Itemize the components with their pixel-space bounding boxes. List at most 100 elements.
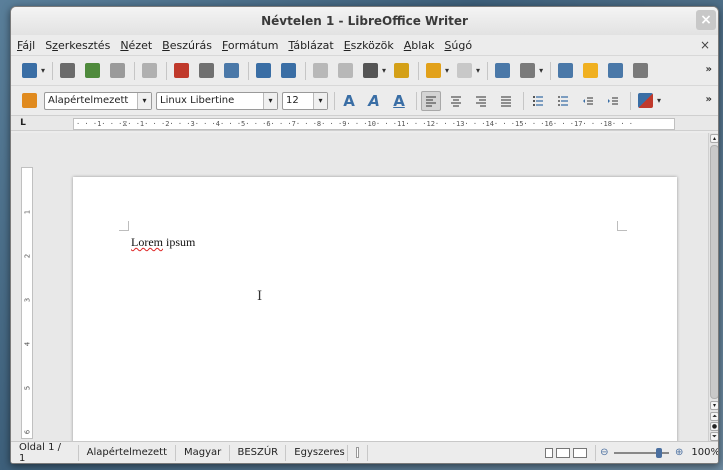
scrollbar-thumb[interactable] bbox=[710, 145, 718, 399]
export-pdf-button[interactable] bbox=[171, 61, 191, 81]
menu-item[interactable]: Fájl bbox=[17, 39, 35, 52]
menu-item[interactable]: Formátum bbox=[222, 39, 278, 52]
vertical-scrollbar[interactable]: ▴ ▾ ⏶ ● ⏷ bbox=[708, 133, 718, 443]
font-color-button[interactable] bbox=[635, 91, 655, 111]
open-folder-button[interactable] bbox=[57, 61, 77, 81]
data-sources-icon bbox=[632, 63, 648, 78]
hyperlink-icon bbox=[494, 63, 510, 78]
spellcheck-button[interactable] bbox=[253, 61, 273, 81]
align-left-button[interactable] bbox=[421, 90, 441, 111]
align-center-button[interactable] bbox=[446, 91, 466, 111]
align-right-icon bbox=[476, 95, 486, 107]
draw-functions-button[interactable] bbox=[555, 61, 575, 81]
menu-item[interactable]: Szerkesztés bbox=[45, 39, 110, 52]
scroll-up-button[interactable]: ▴ bbox=[710, 134, 718, 143]
new-document-button[interactable] bbox=[19, 61, 39, 81]
new-document-icon bbox=[21, 63, 37, 78]
data-sources-button[interactable] bbox=[630, 61, 650, 81]
document-text[interactable]: Lorem ipsum bbox=[131, 235, 195, 250]
bullets-button[interactable] bbox=[553, 91, 573, 111]
toolbar-separator bbox=[52, 61, 54, 80]
chevron-down-icon[interactable]: ▾ bbox=[41, 66, 45, 75]
page-number-status[interactable]: Oldal 1 / 1 bbox=[11, 442, 79, 463]
align-right-button[interactable] bbox=[471, 91, 491, 111]
email-button[interactable] bbox=[107, 61, 127, 81]
tab-stop-selector[interactable]: L bbox=[15, 116, 31, 130]
navigator-button[interactable] bbox=[580, 61, 600, 81]
zoom-slider[interactable] bbox=[614, 447, 670, 458]
navigation-button[interactable]: ● bbox=[710, 422, 718, 431]
book-view-icon[interactable] bbox=[573, 447, 588, 458]
misspelled-word[interactable]: Lorem bbox=[131, 235, 163, 249]
zoom-out-icon[interactable]: ⊖ bbox=[600, 447, 608, 458]
styles-and-formatting-icon[interactable] bbox=[19, 91, 39, 111]
status-bar: Oldal 1 / 1 Alapértelmezett Magyar BESZÚ… bbox=[11, 441, 718, 463]
decrease-indent-button[interactable] bbox=[578, 91, 598, 111]
chevron-down-icon[interactable]: ▾ bbox=[476, 66, 480, 75]
window-close-button[interactable]: × bbox=[696, 10, 716, 30]
paragraph-style-combo[interactable]: Alapértelmezett ▾ bbox=[44, 91, 152, 110]
next-page-button[interactable]: ⏷ bbox=[710, 432, 718, 441]
hyperlink-button[interactable] bbox=[492, 61, 512, 81]
insert-mode-status[interactable]: BESZÚR bbox=[230, 444, 287, 461]
italic-button[interactable]: A bbox=[364, 91, 384, 111]
language-status[interactable]: Magyar bbox=[176, 444, 231, 461]
toolbar-more-button[interactable]: » bbox=[706, 64, 712, 75]
toolbar-separator bbox=[334, 91, 335, 110]
chevron-down-icon[interactable]: ▾ bbox=[263, 92, 277, 109]
font-size-combo[interactable]: 12 ▾ bbox=[282, 91, 328, 110]
zoom-slider-knob[interactable] bbox=[655, 447, 662, 458]
font-name-combo[interactable]: Linux Libertine ▾ bbox=[156, 91, 278, 110]
autospellcheck-button[interactable] bbox=[278, 61, 298, 81]
undo-icon bbox=[425, 63, 441, 78]
zoom-level[interactable]: 100% bbox=[691, 447, 718, 458]
increase-indent-button[interactable] bbox=[603, 91, 623, 111]
redo-button[interactable] bbox=[454, 61, 474, 81]
single-page-view-icon[interactable] bbox=[545, 447, 554, 458]
chevron-down-icon[interactable]: ▾ bbox=[382, 66, 386, 75]
menu-item[interactable]: Ablak bbox=[404, 39, 435, 52]
justify-button[interactable] bbox=[496, 91, 516, 111]
chevron-down-icon[interactable]: ▾ bbox=[657, 96, 661, 105]
menu-item[interactable]: Eszközök bbox=[344, 39, 394, 52]
menu-item[interactable]: Táblázat bbox=[288, 39, 333, 52]
selection-mode-status[interactable]: Egyszeres bbox=[286, 444, 349, 461]
edit-file-button[interactable] bbox=[139, 61, 159, 81]
menu-item[interactable]: Beszúrás bbox=[162, 39, 212, 52]
save-button[interactable] bbox=[82, 61, 102, 81]
undo-button[interactable] bbox=[423, 61, 443, 81]
zoom-in-icon[interactable]: ⊕ bbox=[675, 447, 683, 458]
align-left-icon bbox=[426, 95, 436, 107]
underline-button[interactable]: A bbox=[389, 91, 409, 111]
cut-button[interactable] bbox=[310, 61, 330, 81]
chevron-down-icon[interactable]: ▾ bbox=[445, 66, 449, 75]
print-preview-button[interactable] bbox=[221, 61, 241, 81]
numbering-button[interactable] bbox=[528, 91, 548, 111]
menu-item[interactable]: Nézet bbox=[120, 39, 152, 52]
toolbar-separator bbox=[550, 61, 552, 80]
document-word[interactable]: ipsum bbox=[166, 235, 195, 249]
toolbar-more-button[interactable]: » bbox=[706, 94, 712, 105]
chevron-down-icon[interactable]: ▾ bbox=[539, 66, 543, 75]
scroll-down-button[interactable]: ▾ bbox=[710, 401, 718, 410]
document-workarea: 1 2 3 4 5 6 Lorem ipsum I ▴ ▾ ⏶ ● ⏷ bbox=[11, 133, 718, 447]
menu-item[interactable]: Súgó bbox=[444, 39, 472, 52]
chevron-down-icon[interactable]: ▾ bbox=[313, 92, 327, 109]
horizontal-ruler-row: L · · ·1· · ·⧖· ·1· · ·2· · ·3· · ·4· · … bbox=[11, 115, 718, 131]
horizontal-ruler[interactable]: · · ·1· · ·⧖· ·1· · ·2· · ·3· · ·4· · ·5… bbox=[73, 118, 675, 130]
gallery-button[interactable] bbox=[605, 61, 625, 81]
vertical-ruler[interactable]: 1 2 3 4 5 6 bbox=[21, 167, 33, 439]
multi-page-view-icon[interactable] bbox=[556, 447, 571, 458]
paste-icon bbox=[362, 63, 378, 78]
clone-formatting-button[interactable] bbox=[391, 61, 411, 81]
page-style-status[interactable]: Alapértelmezett bbox=[79, 444, 177, 461]
previous-page-button[interactable]: ⏶ bbox=[710, 412, 718, 421]
copy-button[interactable] bbox=[335, 61, 355, 81]
document-close-button[interactable]: × bbox=[700, 38, 710, 52]
bold-button[interactable]: A bbox=[339, 91, 359, 111]
print-button[interactable] bbox=[196, 61, 216, 81]
paste-button[interactable] bbox=[360, 61, 380, 81]
document-page[interactable]: Lorem ipsum I bbox=[73, 177, 677, 447]
chevron-down-icon[interactable]: ▾ bbox=[137, 92, 151, 109]
table-button[interactable] bbox=[517, 61, 537, 81]
